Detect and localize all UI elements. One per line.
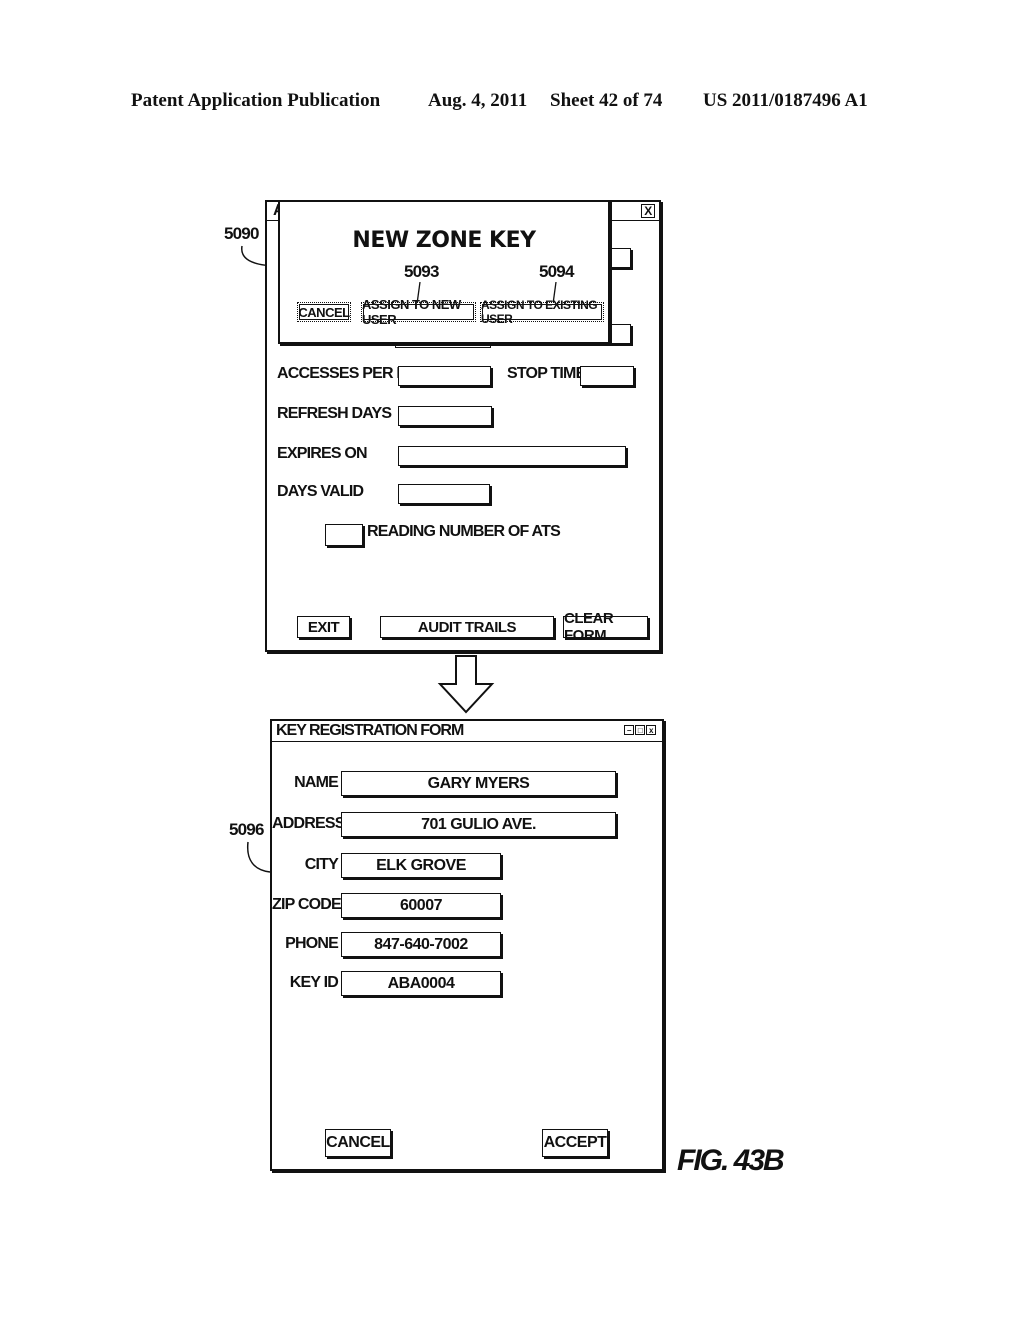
zip-code-label: ZIP CODE [272,896,342,913]
key-id-input[interactable]: ABA0004 [341,971,501,996]
clear-form-button[interactable]: CLEAR FORM [563,610,648,644]
key-id-label: KEY ID [289,974,339,991]
title-bar-divider [272,741,662,742]
cancel-button[interactable]: CANCEL [325,1129,391,1157]
close-icon[interactable]: x [646,725,656,735]
ref-numeral-5094: 5094 [539,262,574,281]
dialog-cancel-button[interactable]: CANCEL [297,302,351,322]
audit-trails-button[interactable]: AUDIT TRAILS [380,616,554,638]
ref-numeral-5090: 5090 [224,224,259,243]
accept-button[interactable]: ACCEPT [542,1129,608,1157]
ref-numeral-5093: 5093 [404,262,439,281]
publication-date: Aug. 4, 2011 [428,90,528,111]
stop-time-label: STOP TIME [507,365,586,382]
exit-button[interactable]: EXIT [297,616,350,638]
minimize-icon[interactable]: – [624,725,634,735]
city-label: CITY [304,856,339,873]
days-valid-label: DAYS VALID [277,483,364,500]
figure-label: FIG. 43B [677,1144,785,1177]
name-input[interactable]: GARY MYERS [341,771,616,796]
accesses-per-day-input[interactable] [398,366,491,386]
assign-to-new-user-button[interactable]: ASSIGN TO NEW USER [361,297,476,327]
refresh-days-label: REFRESH DAYS [277,405,392,422]
reading-number-of-ats-checkbox[interactable] [325,524,363,546]
city-input[interactable]: ELK GROVE [341,853,501,878]
days-valid-input[interactable] [398,484,490,504]
phone-label: PHONE [285,935,339,952]
hidden-field-2[interactable] [607,324,631,344]
down-arrow-icon [437,655,495,714]
sheet-number: Sheet 42 of 74 [550,90,663,111]
maximize-icon[interactable]: □ [635,725,645,735]
form-title: KEY REGISTRATION FORM [276,722,464,739]
ref-numeral-5096: 5096 [229,820,264,839]
phone-input[interactable]: 847-640-7002 [341,932,501,957]
patent-number: US 2011/0187496 A1 [703,90,868,111]
stop-time-input[interactable] [580,366,634,386]
key-registration-form-window: KEY REGISTRATION FORM – □ x NAME GARY MY… [270,719,664,1171]
expires-on-input[interactable] [398,446,626,466]
assign-to-existing-user-button[interactable]: ASSIGN TO EXISTING USER [480,298,604,326]
name-label: NAME [294,774,339,791]
address-input[interactable]: 701 GULIO AVE. [341,812,616,837]
publication-label: Patent Application Publication [131,90,381,111]
close-icon[interactable]: X [641,204,655,218]
refresh-days-input[interactable] [398,406,492,426]
new-zone-key-dialog: NEW ZONE KEY 5093 5094 CANCEL ASSIGN TO … [278,200,610,344]
hidden-field-1[interactable] [607,248,631,268]
zip-code-input[interactable]: 60007 [341,893,501,918]
reading-number-of-ats-label: READING NUMBER OF ATS [367,523,561,540]
dialog-title: NEW ZONE KEY [352,228,536,253]
expires-on-label: EXPIRES ON [277,445,368,462]
address-label: ADDRESS [272,815,345,832]
